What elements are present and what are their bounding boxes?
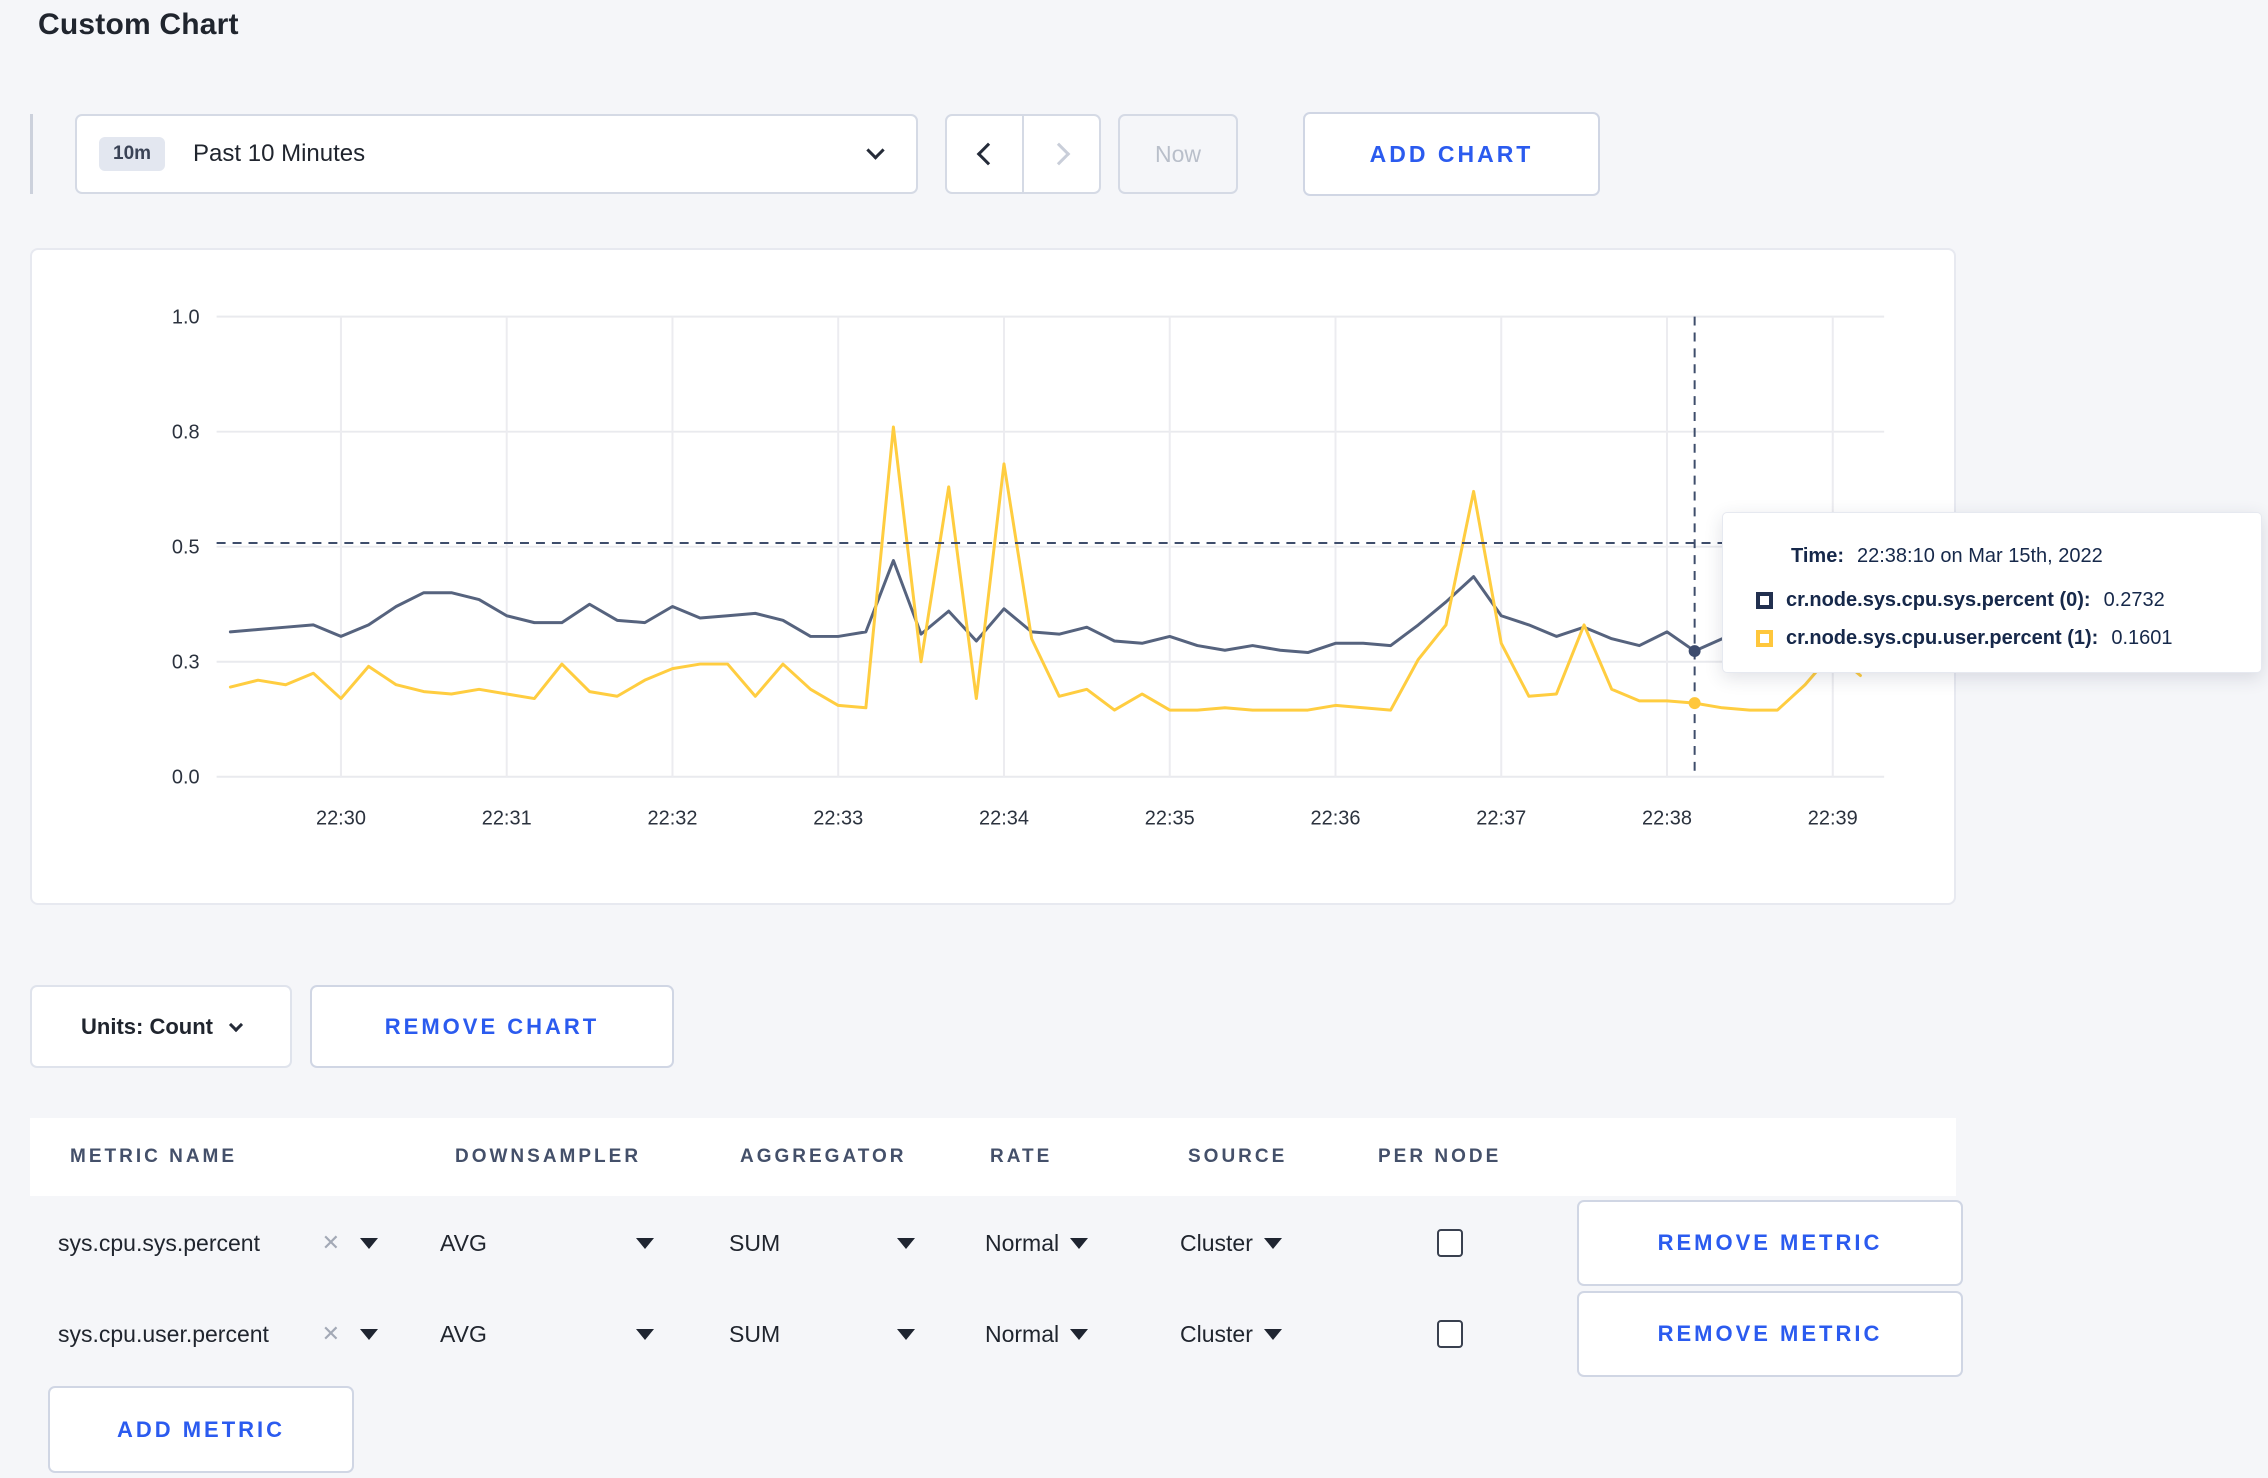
per-node-checkbox[interactable] — [1437, 1320, 1463, 1348]
source-value: Cluster — [1180, 1320, 1253, 1347]
page-title: Custom Chart — [38, 8, 239, 41]
source-select[interactable]: Cluster — [1180, 1200, 1282, 1286]
svg-text:22:32: 22:32 — [648, 808, 698, 830]
remove-chart-button[interactable]: REMOVE CHART — [310, 985, 674, 1068]
tooltip-time-row: Time: 22:38:10 on Mar 15th, 2022 — [1756, 537, 2235, 575]
header-metric-name: METRIC NAME — [70, 1146, 238, 1167]
time-window-badge: 10m — [99, 137, 166, 171]
aggregator-select[interactable]: SUM — [729, 1291, 915, 1377]
remove-metric-button[interactable]: REMOVE METRIC — [1577, 1200, 1963, 1286]
caret-down-icon — [360, 1328, 378, 1340]
metric-name-value: sys.cpu.user.percent — [58, 1320, 269, 1347]
add-chart-button[interactable]: ADD CHART — [1303, 112, 1600, 196]
caret-down-icon — [636, 1328, 654, 1340]
aggregator-value: SUM — [729, 1320, 781, 1347]
clear-metric-icon[interactable]: ✕ — [322, 1230, 340, 1256]
user-series-swatch-icon — [1756, 629, 1773, 647]
metric-name-select[interactable]: sys.cpu.user.percent ✕ — [58, 1291, 378, 1377]
downsampler-value: AVG — [440, 1229, 487, 1256]
caret-down-icon — [636, 1237, 654, 1249]
rate-select[interactable]: Normal — [985, 1291, 1089, 1377]
source-value: Cluster — [1180, 1229, 1253, 1256]
header-rate: RATE — [990, 1146, 1053, 1167]
svg-text:22:30: 22:30 — [316, 808, 366, 830]
aggregator-select[interactable]: SUM — [729, 1200, 915, 1286]
svg-text:0.3: 0.3 — [172, 652, 200, 674]
rate-value: Normal — [985, 1320, 1060, 1347]
metric-name-value: sys.cpu.sys.percent — [58, 1229, 260, 1256]
metric-name-select[interactable]: sys.cpu.sys.percent ✕ — [58, 1200, 378, 1286]
per-node-cell — [1437, 1291, 1463, 1377]
caret-down-icon — [1070, 1237, 1089, 1249]
svg-text:22:31: 22:31 — [482, 808, 532, 830]
caret-down-icon — [1263, 1328, 1282, 1340]
chevron-left-icon — [976, 142, 999, 166]
clear-metric-icon[interactable]: ✕ — [322, 1321, 340, 1347]
tooltip-sys-value: 0.2732 — [2103, 588, 2165, 611]
svg-text:0.8: 0.8 — [172, 422, 200, 444]
tooltip-sys-label: cr.node.sys.cpu.sys.percent (0): — [1786, 588, 2091, 611]
tooltip-user-label: cr.node.sys.cpu.user.percent (1): — [1786, 626, 2099, 649]
time-pager — [945, 114, 1101, 194]
svg-text:22:39: 22:39 — [1808, 808, 1858, 830]
chart-svg[interactable]: 0.0 0.3 0.5 0.8 1.0 22:30 22:31 22:32 22:33 22:34… — [32, 250, 1954, 903]
add-metric-button[interactable]: ADD METRIC — [48, 1386, 354, 1473]
remove-metric-button[interactable]: REMOVE METRIC — [1577, 1291, 1963, 1377]
svg-text:0.0: 0.0 — [172, 767, 200, 789]
svg-text:22:34: 22:34 — [979, 808, 1029, 830]
sys-series-swatch-icon — [1756, 591, 1773, 609]
time-window-dropdown[interactable]: 10m Past 10 Minutes — [75, 114, 918, 194]
svg-text:22:33: 22:33 — [813, 808, 863, 830]
downsampler-value: AVG — [440, 1320, 487, 1347]
caret-down-icon — [1263, 1237, 1282, 1249]
now-button[interactable]: Now — [1118, 114, 1238, 194]
table-row: sys.cpu.sys.percent ✕ AVG SUM Normal Clu… — [30, 1200, 1963, 1286]
aggregator-value: SUM — [729, 1229, 781, 1256]
tooltip-time-label: Time: — [1791, 544, 1844, 567]
chart-panel: 0.0 0.3 0.5 0.8 1.0 22:30 22:31 22:32 22:33 22:34… — [30, 248, 1956, 905]
tooltip-series-row: cr.node.sys.cpu.user.percent (1): 0.1601 — [1756, 619, 2235, 657]
prev-time-button[interactable] — [945, 114, 1023, 194]
caret-down-icon — [360, 1237, 378, 1249]
caret-down-icon — [1070, 1328, 1089, 1340]
toolbar-divider — [30, 114, 33, 194]
tooltip-user-value: 0.1601 — [2111, 626, 2173, 649]
downsampler-select[interactable]: AVG — [440, 1200, 654, 1286]
rate-select[interactable]: Normal — [985, 1200, 1089, 1286]
custom-chart-page: Custom Chart 10m Past 10 Minutes Now ADD… — [0, 0, 2268, 1478]
per-node-cell — [1437, 1200, 1463, 1286]
svg-text:22:35: 22:35 — [1145, 808, 1195, 830]
svg-text:1.0: 1.0 — [172, 307, 200, 329]
header-aggregator: AGGREGATOR — [740, 1146, 907, 1167]
chart-tooltip: Time: 22:38:10 on Mar 15th, 2022 cr.node… — [1722, 512, 2262, 673]
caret-down-icon — [897, 1237, 915, 1249]
source-select[interactable]: Cluster — [1180, 1291, 1282, 1377]
units-dropdown[interactable]: Units: Count — [30, 985, 292, 1068]
chevron-right-icon — [1047, 142, 1070, 166]
downsampler-select[interactable]: AVG — [440, 1291, 654, 1377]
svg-text:22:37: 22:37 — [1476, 808, 1526, 830]
svg-text:22:36: 22:36 — [1311, 808, 1361, 830]
tooltip-time-value: 22:38:10 on Mar 15th, 2022 — [1856, 544, 2103, 567]
svg-text:22:38: 22:38 — [1642, 808, 1692, 830]
chevron-down-icon — [228, 1017, 244, 1032]
tooltip-series-row: cr.node.sys.cpu.sys.percent (0): 0.2732 — [1756, 581, 2235, 619]
time-window-label: Past 10 Minutes — [193, 140, 366, 167]
next-time-button[interactable] — [1023, 114, 1101, 194]
per-node-checkbox[interactable] — [1437, 1229, 1463, 1257]
svg-text:0.5: 0.5 — [172, 537, 200, 559]
header-per-node: PER NODE — [1378, 1146, 1502, 1167]
units-label: Units: Count — [81, 1013, 213, 1039]
table-row: sys.cpu.user.percent ✕ AVG SUM Normal Cl… — [30, 1291, 1963, 1377]
header-source: SOURCE — [1188, 1146, 1288, 1167]
rate-value: Normal — [985, 1229, 1060, 1256]
caret-down-icon — [897, 1328, 915, 1340]
header-downsampler: DOWNSAMPLER — [455, 1146, 642, 1167]
metric-table-header: METRIC NAME DOWNSAMPLER AGGREGATOR RATE … — [30, 1118, 1956, 1196]
chevron-down-icon — [866, 141, 885, 160]
